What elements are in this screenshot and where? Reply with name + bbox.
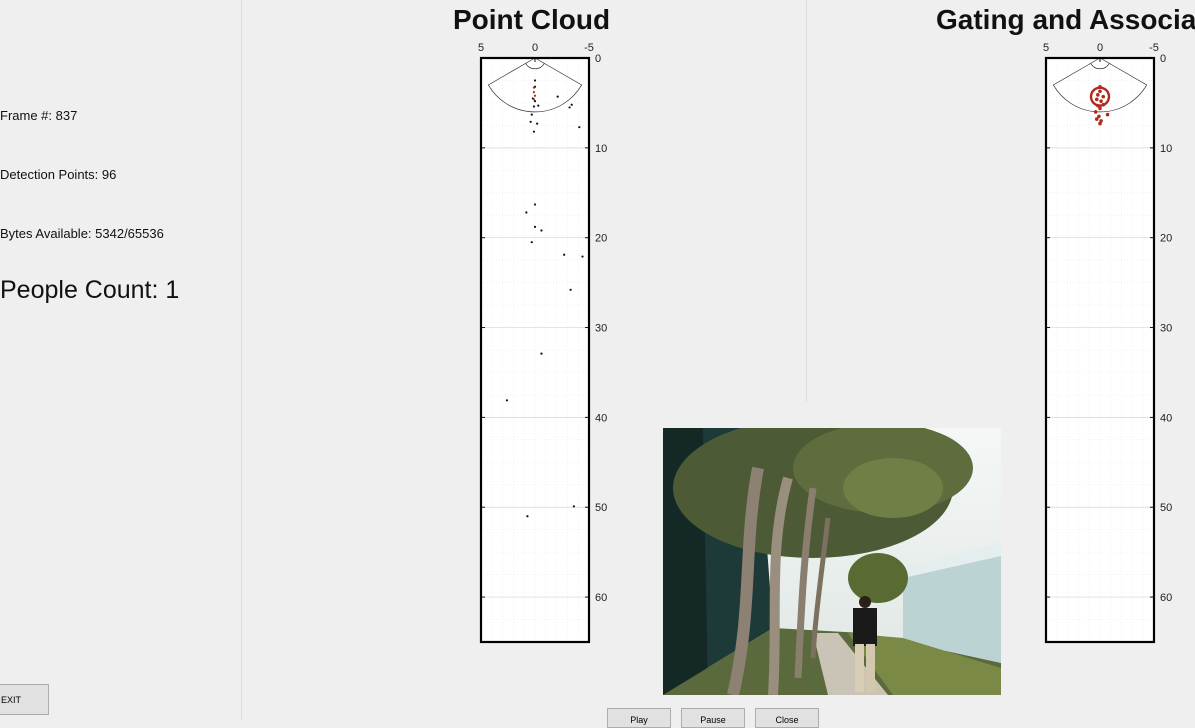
- x-tick-label: 0: [532, 42, 538, 54]
- people-count-label: People Count: 1: [0, 276, 180, 304]
- data-point: [530, 113, 533, 116]
- data-point: [1098, 89, 1102, 94]
- y-tick-label: 10: [1160, 143, 1172, 155]
- data-point: [532, 91, 536, 94]
- data-point: [1094, 117, 1099, 121]
- data-point: [532, 105, 536, 108]
- data-point: [1094, 97, 1099, 102]
- x-tick-label: 0: [1097, 42, 1103, 54]
- data-point: [537, 104, 540, 107]
- point-cloud-plot: 5 0 -50102030405060: [470, 42, 607, 644]
- bytes-available-label: Bytes Available: 5342/65536: [0, 226, 164, 241]
- data-point: [540, 352, 543, 355]
- y-tick-label: 0: [595, 53, 601, 65]
- frame-number-label: Frame #: 837: [0, 108, 78, 123]
- data-point: [1098, 121, 1102, 126]
- y-tick-label: 40: [1160, 412, 1172, 424]
- data-point: [505, 399, 509, 402]
- detection-points-label: Detection Points: 96: [0, 167, 117, 182]
- data-point: [1098, 106, 1102, 111]
- data-point: [532, 86, 536, 89]
- camera-scene-image: [663, 428, 1001, 695]
- data-point: [563, 253, 566, 256]
- x-tick-label: 5: [1043, 42, 1049, 54]
- data-point: [570, 103, 573, 106]
- gating-plot: 5 0 -50102030405060: [1035, 42, 1172, 644]
- data-point: [536, 122, 539, 125]
- data-point: [526, 515, 529, 518]
- y-tick-label: 60: [1160, 592, 1172, 604]
- x-tick-label: -5: [584, 42, 594, 54]
- pause-button[interactable]: Pause: [681, 708, 745, 728]
- y-tick-label: 50: [1160, 502, 1172, 514]
- y-tick-label: 0: [1160, 53, 1166, 65]
- data-point: [1096, 93, 1100, 97]
- data-point: [540, 229, 543, 232]
- left-panel-divider: [241, 0, 242, 720]
- data-point: [569, 288, 572, 291]
- x-tick-label: -5: [1149, 42, 1159, 54]
- data-point: [533, 225, 537, 229]
- y-tick-label: 30: [1160, 323, 1172, 335]
- y-tick-label: 20: [595, 233, 607, 245]
- data-point: [556, 95, 559, 98]
- close-button[interactable]: Close: [755, 708, 819, 728]
- data-point: [533, 79, 537, 82]
- exit-button[interactable]: EXIT: [0, 684, 49, 715]
- y-tick-label: 30: [595, 323, 607, 335]
- data-point: [572, 505, 575, 508]
- data-point: [532, 130, 536, 133]
- y-tick-label: 20: [1160, 233, 1172, 245]
- data-point: [581, 255, 584, 258]
- play-button[interactable]: Play: [607, 708, 671, 728]
- data-point: [578, 126, 581, 129]
- data-point: [529, 120, 532, 123]
- y-tick-label: 10: [595, 143, 607, 155]
- data-point: [1101, 94, 1106, 99]
- camera-video-frame: [663, 428, 1001, 695]
- middle-panel-divider: [806, 0, 807, 402]
- y-tick-label: 50: [595, 502, 607, 514]
- data-point: [1093, 110, 1098, 114]
- data-point: [533, 94, 537, 97]
- data-point: [1099, 99, 1103, 103]
- data-point: [532, 98, 536, 101]
- data-point: [530, 241, 533, 244]
- y-tick-label: 40: [595, 412, 607, 424]
- data-point: [525, 211, 528, 214]
- y-tick-label: 60: [595, 592, 607, 604]
- data-point: [1105, 112, 1110, 117]
- data-point: [568, 106, 571, 109]
- x-tick-label: 5: [478, 42, 484, 54]
- data-point: [533, 203, 537, 206]
